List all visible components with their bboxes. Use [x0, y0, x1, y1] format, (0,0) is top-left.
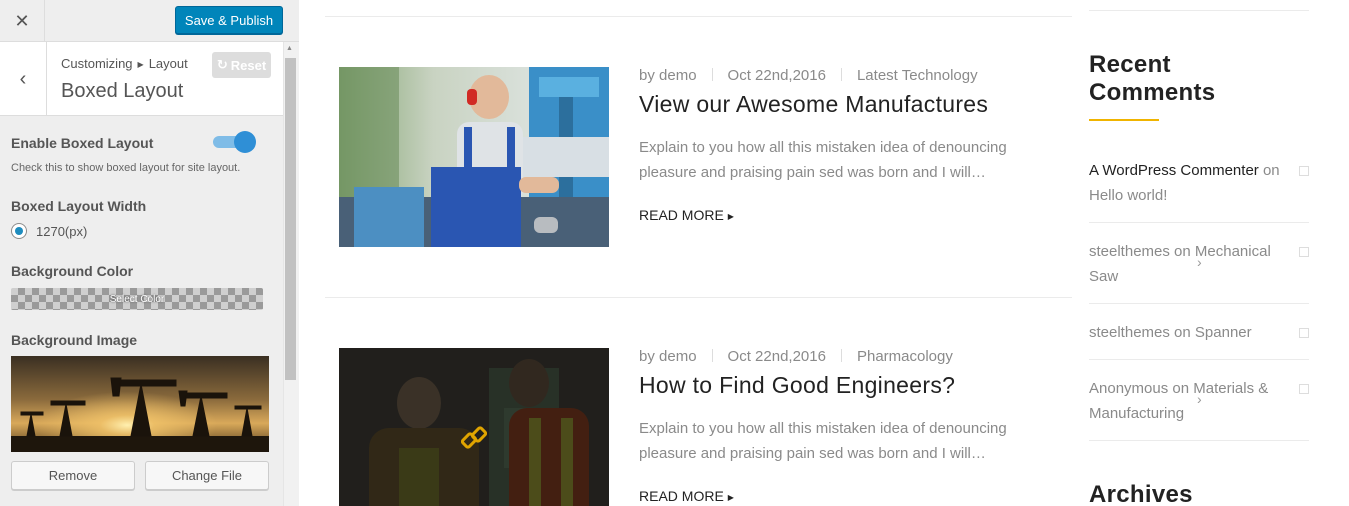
reset-icon: ↻ [216, 57, 228, 72]
breadcrumb: Customizing ▶ Layout [61, 56, 188, 71]
comment-divider [1089, 440, 1309, 441]
select-color-label: Select Color [109, 293, 165, 305]
divider [325, 297, 1072, 298]
post-category[interactable]: Pharmacology [857, 348, 953, 365]
comment-author[interactable]: Anonymous [1089, 380, 1168, 397]
sidebar-divider [1089, 10, 1309, 11]
background-image-preview [11, 356, 269, 452]
comment-author[interactable]: steelthemes [1089, 243, 1170, 260]
change-file-button[interactable]: Change File [145, 461, 269, 490]
caret-right-icon: ▶ [727, 493, 734, 502]
recent-comments-heading: Recent Comments [1089, 51, 1216, 106]
factory-worker-image [339, 67, 609, 247]
enable-boxed-toggle[interactable] [213, 131, 257, 153]
comment-item: Anonymous on Materials & Manufacturing [1089, 376, 1289, 426]
comment-item: steelthemes on Spanner [1089, 320, 1289, 345]
breadcrumb-child: Layout [148, 56, 188, 71]
comment-post-link[interactable]: Hello world! [1089, 187, 1167, 204]
meta-divider [840, 349, 842, 362]
post-date[interactable]: Oct 22nd,2016 [728, 348, 826, 365]
comment-on: on [1174, 324, 1191, 341]
enable-boxed-description: Check this to show boxed layout for site… [11, 162, 241, 174]
comment-author[interactable]: steelthemes [1089, 324, 1170, 341]
toggle-knob [234, 131, 256, 153]
section-header: ‹ Customizing ▶ Layout Boxed Layout ↻ Rese… [0, 42, 283, 116]
background-image-label: Background Image [11, 332, 138, 348]
breadcrumb-parent: Customizing [61, 56, 133, 71]
post-author[interactable]: by demo [639, 348, 697, 365]
comment-on: on [1172, 380, 1190, 397]
post-category[interactable]: Latest Technology [857, 67, 978, 84]
post-title[interactable]: View our Awesome Manufactures [639, 91, 988, 118]
read-more-label: READ MORE [639, 207, 724, 223]
remove-image-button[interactable]: Remove [11, 461, 135, 490]
comment-divider [1089, 303, 1309, 304]
chevron-right-icon: › [1197, 254, 1202, 270]
post-author[interactable]: by demo [639, 67, 697, 84]
post-date[interactable]: Oct 22nd,2016 [728, 67, 826, 84]
customizer-panel: ✕ Save & Publish ‹ Customizing ▶ Layout Bo… [0, 0, 299, 506]
heading-accent-line [1089, 119, 1159, 121]
save-publish-button[interactable]: Save & Publish [175, 6, 283, 34]
comment-checkbox-icon [1299, 384, 1309, 394]
comment-checkbox-icon [1299, 166, 1309, 176]
back-chevron-icon[interactable]: ‹ [0, 42, 47, 116]
boxed-width-radio[interactable] [11, 223, 27, 239]
comment-item: A WordPress Commenter on Hello world! [1089, 158, 1289, 208]
comment-divider [1089, 222, 1309, 223]
post-meta: by demo Oct 22nd,2016 Latest Technology [639, 67, 978, 84]
comment-checkbox-icon [1299, 247, 1309, 257]
meta-divider [711, 349, 713, 362]
boxed-width-label: Boxed Layout Width [11, 198, 147, 214]
comment-post-link[interactable]: Spanner [1195, 324, 1252, 341]
section-title: Boxed Layout [61, 80, 184, 102]
read-more-link[interactable]: READ MORE ▶ [639, 207, 734, 223]
reset-button[interactable]: ↻ Reset [212, 52, 271, 78]
scroll-up-arrow-icon[interactable]: ▲ [286, 45, 293, 52]
comment-on: on [1174, 243, 1191, 260]
archives-heading: Archives [1089, 481, 1193, 506]
comment-author[interactable]: A WordPress Commenter [1089, 162, 1259, 179]
meta-divider [711, 68, 713, 81]
post-thumbnail-engineers[interactable] [339, 348, 609, 506]
post-thumbnail-manufactures[interactable] [339, 67, 609, 247]
boxed-width-option: 1270(px) [36, 224, 88, 239]
meta-divider [840, 68, 842, 81]
link-icon[interactable] [460, 425, 488, 451]
comment-divider [1089, 359, 1309, 360]
background-color-label: Background Color [11, 263, 134, 279]
comment-checkbox-icon [1299, 328, 1309, 338]
comment-item: steelthemes on Mechanical Saw [1089, 239, 1289, 289]
customizer-header: ✕ Save & Publish [0, 0, 299, 42]
chevron-right-icon: › [1197, 391, 1202, 407]
close-icon[interactable]: ✕ [0, 0, 45, 42]
comment-on: on [1262, 162, 1280, 179]
enable-boxed-label: Enable Boxed Layout [11, 135, 154, 151]
read-more-label: READ MORE [639, 488, 724, 504]
oil-pumps-sunset-image [11, 356, 269, 452]
reset-label: Reset [230, 57, 267, 73]
post-title[interactable]: How to Find Good Engineers? [639, 372, 955, 399]
caret-right-icon: ▶ [727, 212, 734, 221]
post-excerpt: Explain to you how all this mistaken ide… [639, 139, 1007, 181]
divider [325, 16, 1072, 17]
post-meta: by demo Oct 22nd,2016 Pharmacology [639, 348, 953, 365]
post-excerpt: Explain to you how all this mistaken ide… [639, 420, 1007, 462]
customizer-scrollbar-thumb[interactable] [285, 58, 296, 380]
read-more-link[interactable]: READ MORE ▶ [639, 488, 734, 504]
breadcrumb-separator-icon: ▶ [137, 60, 144, 69]
select-color-button[interactable]: Select Color [11, 288, 263, 310]
